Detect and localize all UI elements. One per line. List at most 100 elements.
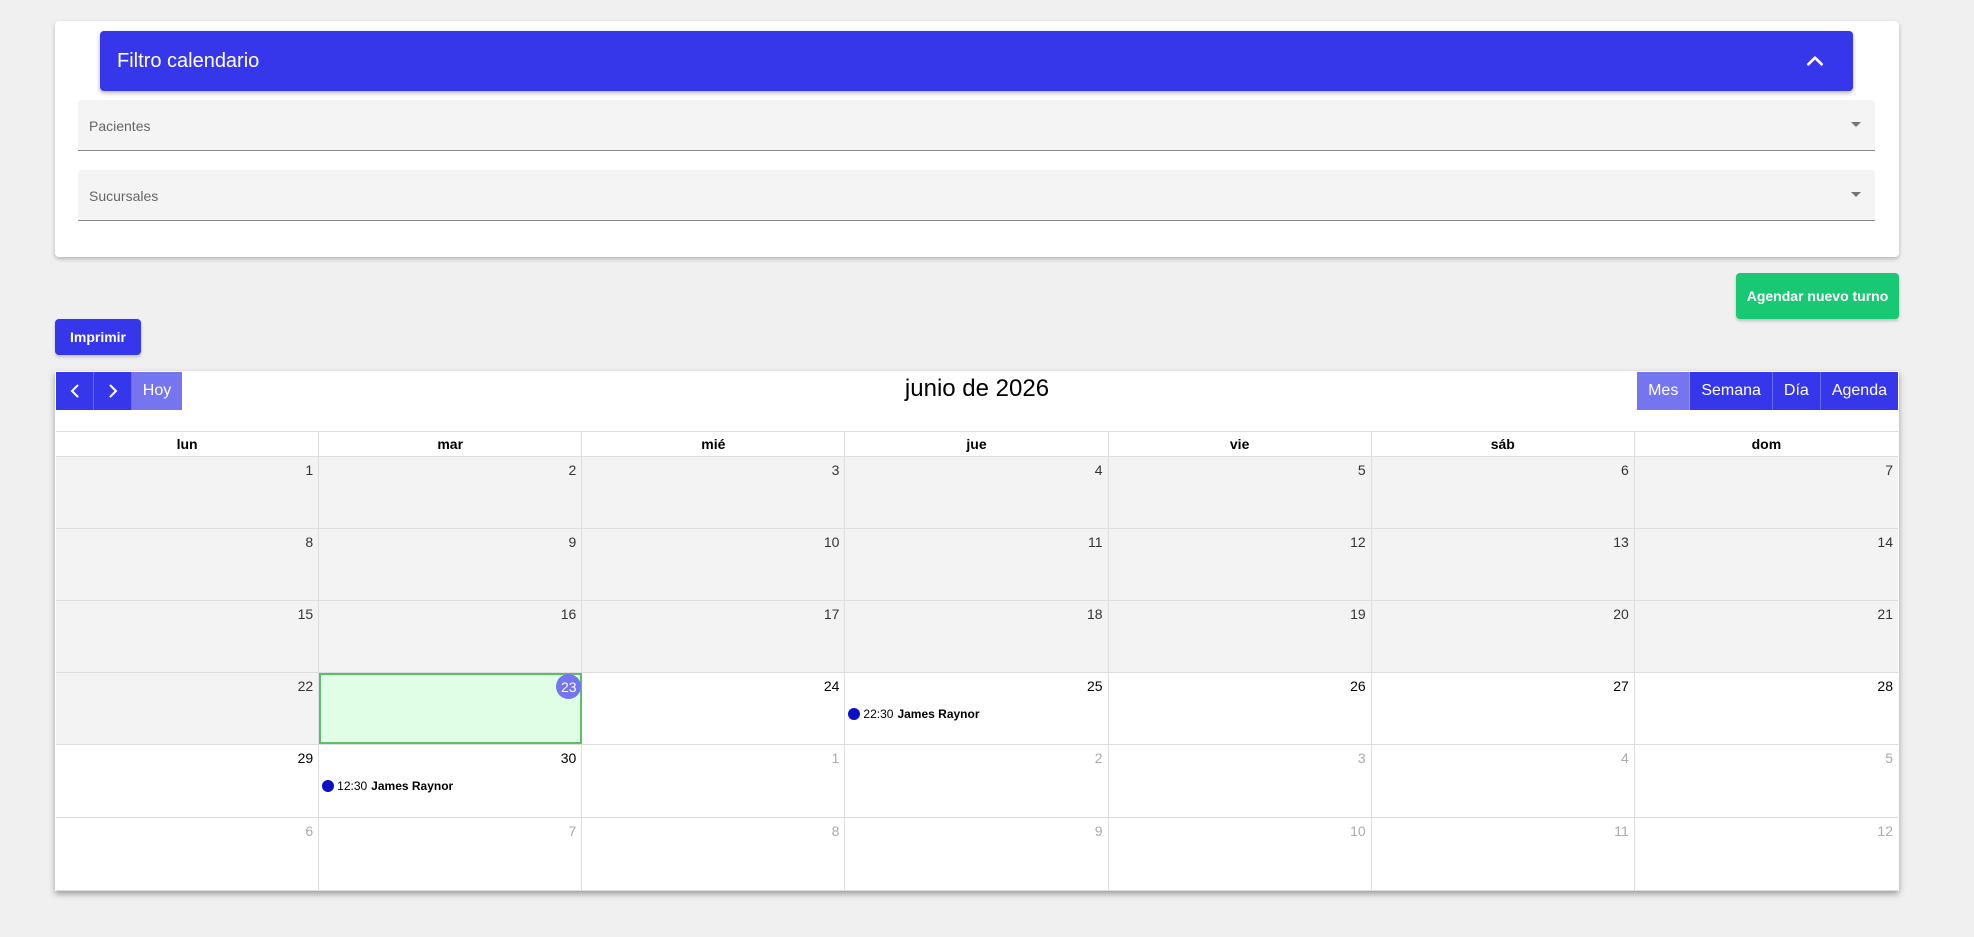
chevron-up-icon[interactable] (1805, 51, 1825, 71)
event-time: 22:30 (863, 707, 894, 721)
date-number: 10 (823, 534, 840, 550)
calendar-filter-card: Filtro calendario Pacientes Sucursales (55, 21, 1899, 257)
date-number: 25 (1086, 678, 1103, 694)
day-cell[interactable]: 13 (1371, 529, 1635, 600)
day-cell[interactable]: 30 12:30 James Raynor (319, 745, 583, 817)
day-cell[interactable]: 20 (1371, 601, 1635, 672)
day-cell[interactable]: 1 (56, 457, 320, 528)
day-cell[interactable]: 16 (319, 601, 583, 672)
date-number: 9 (1094, 823, 1103, 839)
day-cell[interactable]: 26 (1108, 673, 1372, 744)
weekday-header: sáb (1372, 432, 1635, 456)
day-cell[interactable]: 2 (319, 457, 583, 528)
date-number: 16 (560, 606, 577, 622)
day-cell[interactable]: 21 (1634, 601, 1898, 672)
date-number: 1 (831, 750, 840, 766)
day-cell[interactable]: 12 (1108, 529, 1372, 600)
event-dot-icon (322, 780, 335, 792)
day-cell[interactable]: 1 (582, 745, 846, 817)
event-dot-icon (848, 708, 861, 720)
date-number: 12 (1877, 823, 1893, 839)
week-row: 22 23 24 25 22:30 James Raynor 26 27 28 (56, 673, 1898, 745)
date-number: 13 (1613, 534, 1629, 550)
weekday-header: mié (582, 432, 846, 456)
day-cell[interactable]: 5 (1634, 745, 1898, 817)
weekday-header: vie (1109, 432, 1372, 456)
week-row: 8 9 10 11 12 13 14 (56, 529, 1898, 601)
date-number: 19 (1350, 606, 1366, 622)
view-button[interactable]: Agenda (1820, 372, 1898, 410)
day-cell[interactable]: 9 (319, 529, 583, 600)
day-cell[interactable]: 10 (582, 529, 846, 600)
day-cell[interactable]: 11 (1371, 818, 1635, 890)
print-button[interactable]: Imprimir (55, 319, 141, 355)
branches-select-label: Sucursales (89, 188, 159, 204)
date-number: 18 (1086, 606, 1103, 622)
day-cell[interactable]: 6 (1371, 457, 1635, 528)
date-number: 21 (1877, 606, 1893, 622)
day-cell[interactable]: 11 (845, 529, 1109, 600)
day-cell[interactable]: 24 (582, 673, 846, 744)
filter-header[interactable]: Filtro calendario (100, 31, 1853, 91)
patients-select[interactable]: Pacientes (78, 100, 1875, 151)
day-cell[interactable]: 8 (56, 529, 320, 600)
day-cell[interactable]: 15 (56, 601, 320, 672)
branches-select[interactable]: Sucursales (78, 170, 1875, 221)
weekday-header: mar (319, 432, 583, 456)
day-cell[interactable]: 19 (1108, 601, 1372, 672)
calendar-title: junio de 2026 (904, 375, 1050, 402)
day-cell[interactable]: 10 (1108, 818, 1372, 890)
day-cell[interactable]: 12 (1634, 818, 1898, 890)
weekday-header: lun (56, 432, 320, 456)
day-cell[interactable]: 14 (1634, 529, 1898, 600)
patients-select-label: Pacientes (89, 118, 151, 134)
day-cell[interactable]: 27 (1371, 673, 1635, 744)
day-cell-today[interactable]: 23 (319, 673, 583, 744)
day-cell[interactable]: 2 (845, 745, 1109, 817)
date-number: 5 (1885, 750, 1893, 766)
date-number: 3 (1357, 750, 1366, 766)
date-number: 27 (1613, 678, 1629, 694)
day-cell[interactable]: 3 (1108, 745, 1372, 817)
week-row: 6 7 8 9 10 11 12 (56, 818, 1898, 891)
view-button[interactable]: Día (1772, 372, 1821, 410)
new-appointment-button[interactable]: Agendar nuevo turno (1736, 273, 1899, 319)
date-number: 11 (1088, 534, 1103, 550)
day-cell[interactable]: 25 22:30 James Raynor (845, 673, 1109, 744)
date-number: 2 (1094, 750, 1103, 766)
date-number: 4 (1094, 462, 1103, 478)
date-number: 1 (305, 462, 314, 478)
filter-title: Filtro calendario (117, 49, 260, 72)
day-cell[interactable]: 22 (56, 673, 320, 744)
day-cell[interactable]: 8 (582, 818, 846, 890)
day-cell[interactable]: 9 (845, 818, 1109, 890)
today-date-badge: 23 (556, 674, 582, 699)
calendar-event[interactable]: 22:30 James Raynor (848, 707, 980, 721)
day-cell[interactable]: 28 (1634, 673, 1898, 744)
day-cell[interactable]: 29 (56, 745, 320, 817)
date-number: 8 (831, 823, 840, 839)
date-number: 5 (1357, 462, 1366, 478)
day-cell[interactable]: 6 (56, 818, 320, 890)
caret-down-icon (1851, 192, 1861, 197)
calendar: Hoy junio de 2026 Mes Semana Día Agenda lun… (55, 371, 1899, 891)
week-row: 1 2 3 4 5 6 7 (56, 457, 1898, 529)
event-time: 12:30 (337, 779, 368, 793)
day-cell[interactable]: 3 (582, 457, 846, 528)
date-number: 3 (831, 462, 840, 478)
calendar-event[interactable]: 12:30 James Raynor (322, 779, 453, 793)
day-cell[interactable]: 7 (319, 818, 583, 890)
date-number: 15 (297, 606, 314, 622)
day-cell[interactable]: 4 (1371, 745, 1635, 817)
view-button[interactable]: Mes (1637, 372, 1691, 410)
day-cell[interactable]: 17 (582, 601, 846, 672)
day-cell[interactable]: 18 (845, 601, 1109, 672)
day-cell[interactable]: 5 (1108, 457, 1372, 528)
day-cell[interactable]: 7 (1634, 457, 1898, 528)
date-number: 22 (297, 678, 314, 694)
view-button[interactable]: Semana (1690, 372, 1773, 410)
date-number: 8 (305, 534, 314, 550)
date-number: 17 (823, 606, 840, 622)
day-cell[interactable]: 4 (845, 457, 1109, 528)
weekday-header-row: lun mar mié jue vie sáb dom (56, 432, 1898, 457)
